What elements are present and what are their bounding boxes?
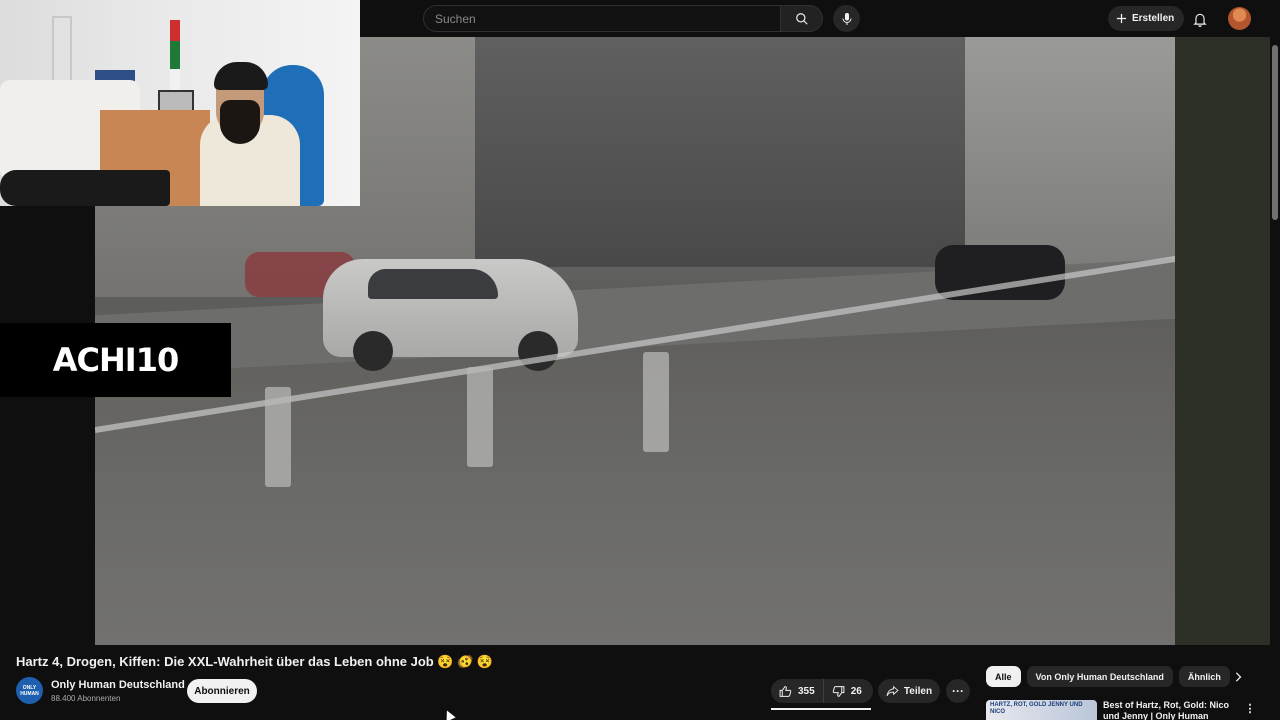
channel-avatar[interactable]: ONLY HUMAN: [16, 677, 43, 704]
car-window: [368, 269, 498, 299]
more-actions-button[interactable]: ···: [946, 679, 970, 703]
bell-icon: [1193, 13, 1207, 27]
search-box: [423, 5, 823, 32]
video-title: Hartz 4, Drogen, Kiffen: Die XXL-Wahrhei…: [16, 654, 494, 669]
thumbnail-text: HARTZ, ROT, GOLD JENNY UND NICO: [990, 702, 1083, 715]
webcam-scene-beanie: [214, 62, 268, 90]
page-scrollbar[interactable]: [1270, 37, 1280, 720]
chips-next-button[interactable]: [1230, 669, 1246, 685]
thumbs-up-icon: [779, 685, 792, 697]
share-button-label: Teilen: [903, 685, 933, 697]
chip-related[interactable]: Ähnlich: [1178, 666, 1230, 687]
video-frame-edge: [1175, 37, 1270, 645]
microphone-icon: [842, 12, 851, 25]
car-wheel: [353, 331, 393, 371]
channel-avatar-text: ONLY HUMAN: [20, 684, 39, 697]
recommended-video-title[interactable]: Best of Hartz, Rot, Gold: Nico und Jenny…: [1103, 700, 1233, 720]
webcam-scene-beard: [220, 100, 260, 144]
video-scene-car: [323, 259, 578, 371]
plus-icon: [1116, 13, 1127, 24]
more-horizontal-icon: ···: [952, 684, 964, 698]
chevron-right-icon: [1235, 672, 1242, 682]
streamer-logo: ACHI10: [0, 323, 231, 397]
webcam-scene-legs: [0, 170, 170, 206]
webcam-scene-frame: [158, 90, 194, 112]
create-button[interactable]: Erstellen: [1108, 6, 1185, 31]
thumbs-down-icon: [832, 685, 845, 697]
webcam-scene-flag: [170, 20, 180, 90]
dislike-button[interactable]: 26: [824, 679, 870, 703]
webcam-overlay: [0, 0, 360, 206]
video-scene-bollard: [467, 367, 493, 467]
create-button-label: Erstellen: [1132, 13, 1175, 24]
dislike-count: 26: [850, 685, 862, 697]
channel-name[interactable]: Only Human Deutschland: [51, 679, 185, 691]
related-filter-chips: Alle Von Only Human Deutschland Ähnlich: [986, 666, 1230, 687]
like-count: 355: [798, 685, 815, 697]
subscriber-count: 88.400 Abonnenten: [51, 694, 121, 703]
streamer-logo-text: ACHI10: [52, 341, 179, 379]
mouse-cursor: [442, 708, 456, 720]
search-button[interactable]: [781, 5, 823, 32]
chip-from-channel[interactable]: Von Only Human Deutschland: [1026, 666, 1173, 687]
subscribe-button[interactable]: Abonnieren: [187, 679, 257, 703]
scrollbar-thumb[interactable]: [1272, 45, 1278, 220]
like-button[interactable]: 355: [771, 679, 824, 703]
share-button[interactable]: Teilen: [878, 679, 940, 703]
like-ratio-bar: [771, 708, 871, 710]
voice-search-button[interactable]: [833, 5, 860, 32]
search-input[interactable]: [423, 5, 781, 32]
recommended-video[interactable]: HARTZ, ROT, GOLD JENNY UND NICO Best of …: [986, 700, 1266, 720]
search-icon: [795, 12, 808, 25]
video-scene-building: [475, 37, 975, 267]
video-scene-bollard: [643, 352, 669, 452]
more-vertical-icon[interactable]: ⋮: [1244, 702, 1256, 716]
account-avatar[interactable]: [1228, 7, 1251, 30]
recommended-video-thumbnail[interactable]: HARTZ, ROT, GOLD JENNY UND NICO: [986, 700, 1097, 720]
like-dislike-group: 355 26: [771, 679, 873, 703]
notifications-button[interactable]: [1188, 7, 1212, 31]
video-scene-bollard: [265, 387, 291, 487]
chip-all[interactable]: Alle: [986, 666, 1021, 687]
share-icon: [886, 685, 899, 697]
